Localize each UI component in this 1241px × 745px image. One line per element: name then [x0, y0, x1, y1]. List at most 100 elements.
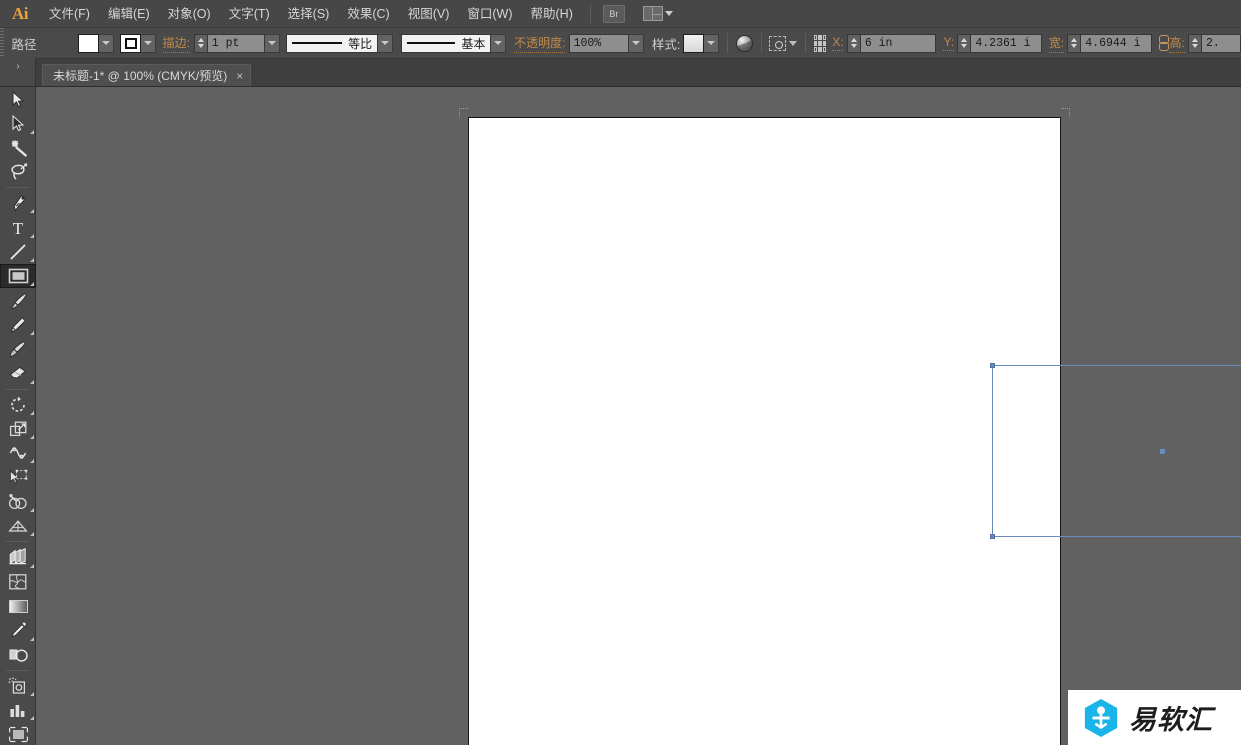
menu-view[interactable]: 视图(V) — [399, 0, 459, 28]
stroke-color-control[interactable] — [120, 33, 157, 53]
tool-eyedropper[interactable] — [0, 618, 36, 642]
menu-effect[interactable]: 效果(C) — [338, 0, 398, 28]
opacity-value[interactable]: 100% — [568, 33, 629, 53]
y-position-control[interactable]: 4.2361 i — [957, 33, 1043, 53]
align-icon — [769, 35, 787, 51]
fill-swatch[interactable] — [78, 33, 100, 53]
control-panel-grip[interactable] — [0, 28, 5, 58]
y-stepper[interactable] — [957, 33, 971, 53]
menu-file[interactable]: 文件(F) — [40, 0, 99, 28]
height-control[interactable]: 2. — [1188, 33, 1241, 53]
document-tab[interactable]: 未标题-1* @ 100% (CMYK/预览) × — [42, 64, 252, 86]
tool-blob-brush[interactable] — [0, 337, 36, 361]
width-profile-control[interactable]: 等比 — [286, 33, 394, 53]
tool-gradient[interactable] — [0, 594, 36, 618]
width-profile-field[interactable]: 等比 — [286, 33, 379, 53]
tool-artboard[interactable] — [0, 722, 36, 745]
width-stepper[interactable] — [1067, 33, 1081, 53]
selected-rectangle[interactable] — [990, 363, 1241, 539]
tool-mesh[interactable] — [0, 545, 36, 569]
bridge-button[interactable]: Br — [602, 4, 625, 23]
fill-dropdown-arrow[interactable] — [99, 33, 115, 53]
reference-point-icon[interactable] — [813, 34, 826, 52]
menu-type[interactable]: 文字(T) — [220, 0, 279, 28]
y-position-value[interactable]: 4.2361 i — [970, 33, 1043, 53]
svg-text:T: T — [13, 219, 24, 237]
tool-scale[interactable] — [0, 417, 36, 441]
stroke-weight-value[interactable]: 1 pt — [206, 33, 265, 53]
panel-expand-toggle[interactable]: › — [0, 58, 36, 86]
width-profile-preview-icon — [292, 42, 343, 44]
workspace-switcher-button[interactable] — [642, 6, 673, 21]
app-logo-icon: Ai — [12, 3, 29, 23]
tool-paintbrush[interactable] — [0, 288, 36, 312]
stroke-dropdown-arrow[interactable] — [141, 33, 157, 53]
tool-pen[interactable] — [0, 191, 36, 215]
menu-window[interactable]: 窗口(W) — [458, 0, 521, 28]
width-profile-dropdown-arrow[interactable] — [378, 33, 394, 53]
anchor-point-bottom-left[interactable] — [990, 534, 995, 539]
opacity-dropdown-arrow[interactable] — [628, 33, 644, 53]
tool-type[interactable]: T — [0, 215, 36, 239]
menu-select[interactable]: 选择(S) — [279, 0, 339, 28]
y-position-label: Y: — [943, 35, 955, 51]
width-value[interactable]: 4.6944 i — [1080, 33, 1153, 53]
tool-selection[interactable] — [0, 87, 36, 111]
fill-color-control[interactable] — [78, 33, 115, 53]
x-position-label: X: — [832, 35, 844, 51]
flyout-arrow-icon — [30, 410, 34, 415]
tool-perspective-grid[interactable] — [0, 514, 36, 538]
brush-definition-dropdown-arrow[interactable] — [491, 33, 507, 53]
tool-column-graph[interactable] — [0, 698, 36, 722]
tool-magic-wand[interactable] — [0, 136, 36, 160]
flyout-arrow-icon — [30, 209, 34, 214]
artboard[interactable] — [459, 108, 1241, 745]
constrain-proportions-icon[interactable] — [1157, 35, 1170, 51]
height-stepper[interactable] — [1188, 33, 1201, 53]
brush-definition-control[interactable]: 基本 — [401, 33, 507, 53]
tool-eraser[interactable] — [0, 361, 36, 385]
height-value[interactable]: 2. — [1201, 33, 1241, 53]
tool-rectangle[interactable] — [0, 264, 36, 289]
stroke-weight-label[interactable]: 描边: — [162, 34, 190, 53]
tool-gradient-mesh[interactable] — [0, 570, 36, 594]
workspace-icon — [642, 6, 663, 21]
tool-rotate[interactable] — [0, 393, 36, 417]
tool-blend[interactable] — [0, 643, 36, 667]
canvas-area[interactable] — [36, 87, 1241, 745]
control-divider-3 — [805, 33, 806, 53]
x-position-value[interactable]: 6 in — [859, 33, 936, 53]
stroke-weight-stepper[interactable] — [193, 33, 207, 53]
stroke-weight-control[interactable]: 1 pt — [193, 33, 280, 53]
opacity-label[interactable]: 不透明度: — [514, 34, 566, 53]
close-icon[interactable]: × — [236, 70, 243, 82]
graphic-style-swatch[interactable] — [682, 33, 704, 53]
tool-lasso[interactable] — [0, 160, 36, 184]
menu-edit[interactable]: 编辑(E) — [99, 0, 159, 28]
recolor-artwork-button[interactable] — [735, 34, 753, 52]
graphic-style-dropdown-arrow[interactable] — [703, 33, 719, 53]
anchor-point-top-left[interactable] — [990, 363, 995, 368]
stroke-swatch[interactable] — [120, 33, 142, 53]
flyout-arrow-icon — [30, 532, 34, 537]
tool-pencil[interactable] — [0, 313, 36, 337]
tool-free-transform[interactable] — [0, 465, 36, 489]
tool-symbol-sprayer[interactable] — [0, 674, 36, 698]
width-control[interactable]: 4.6944 i — [1067, 33, 1153, 53]
width-profile-value: 等比 — [348, 36, 373, 51]
x-position-control[interactable]: 6 in — [846, 33, 936, 53]
tool-line-segment[interactable] — [0, 240, 36, 264]
opacity-control[interactable]: 100% — [568, 33, 644, 53]
x-stepper[interactable] — [846, 33, 860, 53]
control-divider-1 — [726, 33, 728, 53]
tool-shape-builder[interactable] — [0, 490, 36, 514]
center-point[interactable] — [1159, 448, 1165, 454]
stroke-weight-dropdown-arrow[interactable] — [264, 33, 280, 53]
align-panel-button[interactable] — [769, 35, 798, 51]
graphic-style-control[interactable] — [682, 33, 719, 53]
menu-object[interactable]: 对象(O) — [159, 0, 220, 28]
tool-direct-selection[interactable] — [0, 111, 36, 135]
brush-definition-field[interactable]: 基本 — [401, 33, 492, 53]
tool-width[interactable] — [0, 441, 36, 465]
menu-help[interactable]: 帮助(H) — [522, 0, 582, 28]
